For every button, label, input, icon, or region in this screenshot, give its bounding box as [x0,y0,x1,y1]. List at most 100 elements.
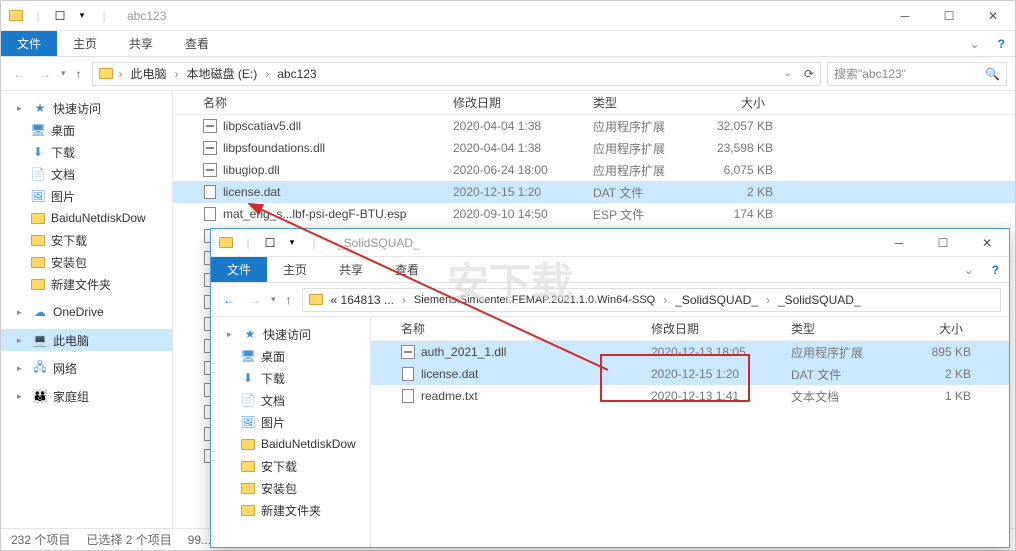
nav-item[interactable]: ⬇下载 [1,141,172,163]
nav-icon: ★ [243,327,257,341]
breadcrumb-segment[interactable]: « 164813 ... [329,293,396,307]
breadcrumb-segment[interactable]: _SolidSQUAD_ [776,293,863,307]
properties-icon[interactable]: ☐ [51,7,69,25]
file-row[interactable]: libpscatiav5.dll2020-04-04 1:38应用程序扩展32,… [173,115,1015,137]
nav-forward-button[interactable]: → [245,293,265,307]
nav-item[interactable]: ▸👪家庭组 [1,385,172,407]
overlay-address-bar[interactable]: « 164813 ... › Siemens.Simcenter.FEMAP.2… [302,288,1001,312]
breadcrumb-segment[interactable]: 本地磁盘 (E:) [185,65,260,82]
nav-recent-dropdown[interactable]: ▾ [61,68,66,79]
file-row[interactable]: libugiop.dll2020-06-24 18:00应用程序扩展6,075 … [173,159,1015,181]
file-icon [201,119,219,133]
main-nav-pane: ▸★快速访问🖥桌面⬇下载📄文档🖼图片BaiduNetdiskDow安下载安装包新… [1,91,173,528]
file-row[interactable]: mat_eng_s...lbf-psi-degF-BTU.esp2020-09-… [173,203,1015,225]
col-date[interactable]: 修改日期 [651,320,791,337]
breadcrumb-segment[interactable]: Siemens.Simcenter.FEMAP.2021.1.0.Win64-S… [412,294,657,306]
nav-item[interactable]: 安装包 [1,251,172,273]
nav-item[interactable]: 安下载 [1,229,172,251]
nav-item[interactable]: 新建文件夹 [211,499,370,521]
nav-label: 桌面 [261,348,285,365]
search-box[interactable]: 搜索"abc123" 🔍 [827,62,1007,86]
nav-recent-dropdown[interactable]: ▾ [271,294,276,305]
file-row[interactable]: libpsfoundations.dll2020-04-04 1:38应用程序扩… [173,137,1015,159]
file-icon [201,141,219,155]
addr-dropdown-icon[interactable]: ⌄ [784,68,792,79]
addr-refresh-icon[interactable]: ⟳ [798,67,814,81]
nav-item[interactable]: ⬇下载 [211,367,370,389]
tab-view[interactable]: 查看 [169,31,225,56]
overlay-file-list[interactable]: auth_2021_1.dll2020-12-13 18:05应用程序扩展895… [371,341,1009,547]
file-row[interactable]: readme.txt2020-12-13 1:41文本文档1 KB [371,385,1009,407]
col-type[interactable]: 类型 [791,320,901,337]
col-date[interactable]: 修改日期 [453,94,593,111]
nav-item[interactable]: 安装包 [211,477,370,499]
ribbon-expand-icon[interactable]: ⌄ [956,263,982,277]
col-name[interactable]: 名称 [203,94,453,111]
nav-item[interactable]: ▸☁OneDrive [1,301,172,323]
close-button[interactable]: ✕ [965,228,1009,258]
nav-item[interactable]: 🖼图片 [211,411,370,433]
expand-chevron-icon[interactable]: ▸ [17,307,27,318]
minimize-button[interactable]: ─ [883,1,927,31]
col-name[interactable]: 名称 [401,320,651,337]
help-icon[interactable]: ? [988,37,1015,51]
nav-item[interactable]: ▸💻此电脑 [1,329,172,351]
overlay-titlebar: | ☐ ▾ | _SolidSQUAD_ ─ ☐ ✕ [211,229,1009,257]
expand-chevron-icon[interactable]: ▸ [17,103,27,114]
qat-dropdown-icon[interactable]: ▾ [73,7,91,25]
close-button[interactable]: ✕ [971,1,1015,31]
nav-up-button[interactable]: ↑ [72,67,86,81]
tab-share[interactable]: 共享 [323,257,379,282]
nav-item[interactable]: ▸★快速访问 [1,97,172,119]
nav-back-button[interactable]: ← [219,293,239,307]
minimize-button[interactable]: ─ [877,228,921,258]
overlay-column-headers[interactable]: 名称 修改日期 类型 大小 [371,317,1009,341]
breadcrumb-segment[interactable]: abc123 [275,67,318,81]
expand-chevron-icon[interactable]: ▸ [17,391,27,402]
maximize-button[interactable]: ☐ [921,228,965,258]
nav-forward-button[interactable]: → [35,67,55,81]
qat-dropdown-icon[interactable]: ▾ [283,234,301,252]
expand-chevron-icon[interactable]: ▸ [17,335,27,346]
tab-view[interactable]: 查看 [379,257,435,282]
expand-chevron-icon[interactable]: ▸ [227,329,237,340]
col-size[interactable]: 大小 [703,94,783,111]
nav-item[interactable]: 🖼图片 [1,185,172,207]
expand-chevron-icon[interactable]: ▸ [17,363,27,374]
file-size: 23,598 KB [703,141,783,155]
tab-file[interactable]: 文件 [1,31,57,56]
addr-folder-icon [309,294,323,305]
file-row[interactable]: license.dat2020-12-15 1:20DAT 文件2 KB [371,363,1009,385]
file-type: DAT 文件 [593,184,703,201]
tab-file[interactable]: 文件 [211,257,267,282]
col-size[interactable]: 大小 [901,320,981,337]
column-headers[interactable]: 名称 修改日期 类型 大小 [173,91,1015,115]
file-row[interactable]: license.dat2020-12-15 1:20DAT 文件2 KB [173,181,1015,203]
address-bar[interactable]: › 此电脑 › 本地磁盘 (E:) › abc123 ⌄ ⟳ [92,62,821,86]
nav-item[interactable]: ▸★快速访问 [211,323,370,345]
nav-item[interactable]: 🖥桌面 [211,345,370,367]
breadcrumb-segment[interactable]: 此电脑 [129,65,169,82]
nav-item[interactable]: ▸🖧网络 [1,357,172,379]
file-row[interactable]: auth_2021_1.dll2020-12-13 18:05应用程序扩展895… [371,341,1009,363]
help-icon[interactable]: ? [982,263,1009,277]
col-type[interactable]: 类型 [593,94,703,111]
nav-item[interactable]: 新建文件夹 [1,273,172,295]
tab-share[interactable]: 共享 [113,31,169,56]
file-type: 应用程序扩展 [593,140,703,157]
nav-item[interactable]: 🖥桌面 [1,119,172,141]
nav-item[interactable]: 📄文档 [1,163,172,185]
properties-icon[interactable]: ☐ [261,234,279,252]
nav-item[interactable]: BaiduNetdiskDow [1,207,172,229]
nav-item[interactable]: 📄文档 [211,389,370,411]
breadcrumb-segment[interactable]: _SolidSQUAD_ [673,293,760,307]
nav-item[interactable]: 安下载 [211,455,370,477]
nav-item[interactable]: BaiduNetdiskDow [211,433,370,455]
nav-up-button[interactable]: ↑ [282,293,296,307]
tab-home[interactable]: 主页 [57,31,113,56]
maximize-button[interactable]: ☐ [927,1,971,31]
tab-home[interactable]: 主页 [267,257,323,282]
nav-back-button[interactable]: ← [9,67,29,81]
ribbon-expand-icon[interactable]: ⌄ [962,37,988,51]
search-icon[interactable]: 🔍 [985,67,1000,81]
